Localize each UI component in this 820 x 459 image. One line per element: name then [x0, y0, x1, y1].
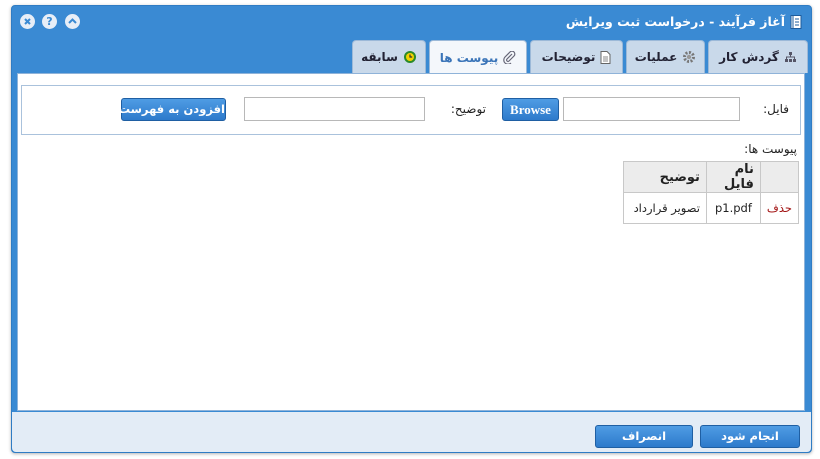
- help-button[interactable]: ?: [42, 14, 57, 29]
- tab-workflow-label: گردش کار: [719, 50, 779, 64]
- column-header-action: [759, 161, 800, 193]
- close-icon: [24, 18, 31, 25]
- tab-attachments-label: پیوست ها: [439, 50, 499, 65]
- document-icon: [600, 50, 611, 64]
- attachments-table: نام فایل توضیح حذف p1.pdf تصویر قرارداد: [622, 161, 800, 224]
- description-label: توضیح:: [450, 102, 486, 116]
- notebook-icon: [790, 15, 802, 29]
- chevron-up-icon: [68, 18, 77, 24]
- tab-history-label: سابقه: [361, 50, 398, 64]
- file-label: فایل:: [763, 102, 789, 116]
- tab-history[interactable]: سابقه: [352, 40, 426, 73]
- file-name-cell: p1.pdf: [705, 192, 761, 224]
- attachments-section-label: پیوست ها:: [744, 142, 797, 156]
- dialog-window: آغاز فرآیند - درخواست ثبت ویرایش ? گردش …: [11, 5, 812, 453]
- description-cell: تصویر قرارداد: [622, 192, 707, 224]
- tab-operations[interactable]: عملیات: [626, 40, 705, 73]
- upload-form: فایل: Browse توضیح: افزودن به فهرست: [21, 85, 801, 135]
- tab-operations-label: عملیات: [634, 50, 678, 64]
- window-title: آغاز فرآیند - درخواست ثبت ویرایش: [565, 14, 785, 29]
- submit-button[interactable]: انجام شود: [700, 425, 800, 448]
- attachments-panel: فایل: Browse توضیح: افزودن به فهرست پیوس…: [17, 73, 805, 411]
- browse-button[interactable]: Browse: [502, 98, 559, 121]
- cancel-button[interactable]: انصراف: [595, 425, 693, 448]
- help-icon: ?: [46, 15, 53, 28]
- delete-link-cell: حذف: [759, 192, 800, 224]
- file-input[interactable]: [563, 97, 740, 121]
- tab-workflow[interactable]: گردش کار: [708, 40, 808, 73]
- title-bar: آغاز فرآیند - درخواست ثبت ویرایش ?: [12, 6, 811, 38]
- gear-icon: [683, 51, 696, 63]
- tab-descriptions[interactable]: توضیحات: [530, 40, 623, 73]
- description-input[interactable]: [244, 97, 425, 121]
- table-header-row: نام فایل توضیح: [622, 161, 800, 193]
- collapse-button[interactable]: [65, 14, 80, 29]
- table-row: حذف p1.pdf تصویر قرارداد: [622, 192, 800, 224]
- delete-link[interactable]: حذف: [767, 201, 792, 215]
- tab-descriptions-label: توضیحات: [541, 50, 596, 64]
- add-to-list-button[interactable]: افزودن به فهرست: [118, 98, 226, 121]
- tab-strip: گردش کار عملیات توضیحات پیوست ها سابقه: [12, 40, 811, 74]
- tab-attachments[interactable]: پیوست ها: [429, 40, 527, 74]
- column-header-file-name: نام فایل: [705, 161, 761, 193]
- history-icon: [403, 51, 416, 63]
- paperclip-icon: [503, 51, 516, 64]
- workflow-icon: [784, 51, 796, 62]
- dialog-footer: انجام شود انصراف: [12, 412, 811, 452]
- close-button[interactable]: [20, 14, 35, 29]
- column-header-description: توضیح: [622, 161, 707, 193]
